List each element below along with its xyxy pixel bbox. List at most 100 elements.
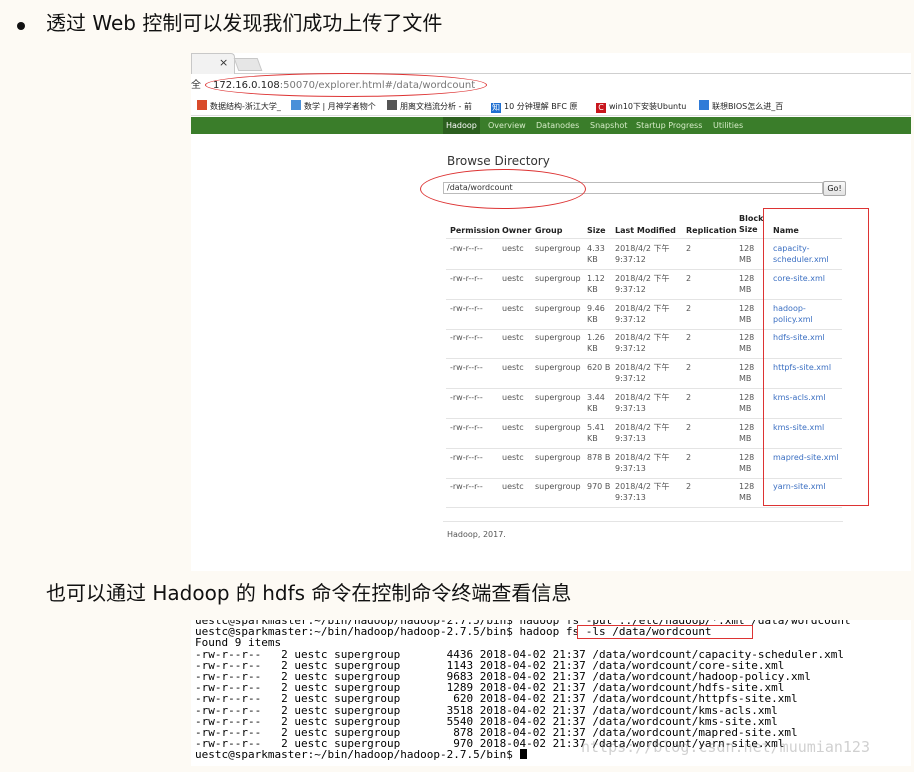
- column-header-owner[interactable]: Owner: [502, 225, 531, 236]
- footer-divider: [443, 521, 843, 522]
- bookmark-item[interactable]: 知 10 分钟理解 BFC 原: [491, 100, 577, 113]
- column-header-permission[interactable]: Permission: [450, 225, 500, 236]
- column-header-block-size: Block Size: [739, 214, 764, 234]
- terminal-line-text: -rw-r--r-- 2 uestc supergroup 1289 2018-…: [195, 681, 785, 695]
- bookmark-favicon-icon: [291, 100, 301, 110]
- table-cell-block-size: 128 MB: [739, 422, 755, 443]
- bookmark-label: 朋离文档流分析 - 前: [400, 102, 472, 111]
- table-cell-owner: uestc: [502, 482, 524, 492]
- bookmark-item[interactable]: 朋离文档流分析 - 前: [387, 100, 472, 113]
- address-host: 172.16.0.108: [213, 80, 280, 91]
- page-title: Browse Directory: [447, 154, 550, 168]
- table-cell-owner: uestc: [502, 303, 524, 313]
- column-header-group[interactable]: Group: [535, 225, 562, 236]
- directory-input[interactable]: /data/wordcount: [443, 182, 823, 194]
- table-cell-owner: uestc: [502, 363, 524, 373]
- close-icon[interactable]: ×: [219, 56, 228, 70]
- column-header-size[interactable]: Size: [587, 225, 606, 236]
- footer-text: Hadoop, 2017.: [447, 530, 506, 539]
- terminal-line: -rw-r--r-- 2 uestc supergroup 878 2018-0…: [195, 727, 798, 738]
- table-cell-replication: 2: [686, 422, 692, 432]
- nav-snapshot[interactable]: Snapshot: [587, 117, 630, 134]
- bullet-text: 透过 Web 控制可以发现我们成功上传了文件: [46, 11, 443, 35]
- table-cell-block-size: 128 MB: [739, 273, 755, 294]
- bookmark-item[interactable]: 数学 | 月神学者物个: [291, 100, 376, 113]
- bookmark-label: 联想BIOS怎么进_百: [712, 102, 784, 111]
- new-tab-button[interactable]: [233, 58, 263, 71]
- table-cell-replication: 2: [686, 303, 692, 313]
- table-cell-block-size: 128 MB: [739, 244, 755, 264]
- table-cell-group: supergroup: [535, 363, 581, 373]
- terminal-line: uestc@sparkmaster:~/bin/hadoop/hadoop-2.…: [195, 749, 527, 760]
- table-cell-last-modified: 2018/4/2 下午 9:37:13: [615, 393, 670, 413]
- table-cell-group: supergroup: [535, 333, 581, 343]
- go-button[interactable]: Go!: [823, 181, 846, 196]
- bookmark-label: 数据结构-浙江大学_: [210, 102, 281, 111]
- terminal-window[interactable]: uestc@sparkmaster:~/bin/hadoop/hadoop-2.…: [191, 620, 911, 766]
- table-cell-block-size: 128 MB: [739, 333, 755, 354]
- table-cell-last-modified: 2018/4/2 下午 9:37:13: [615, 422, 670, 443]
- table-cell-group: supergroup: [535, 303, 581, 313]
- bookmark-favicon-icon: [387, 100, 397, 110]
- bookmark-favicon-icon: [197, 100, 207, 110]
- browser-tab[interactable]: ×: [191, 53, 235, 74]
- table-cell-last-modified: 2018/4/2 下午 9:37:13: [615, 452, 670, 473]
- table-cell-replication: 2: [686, 482, 692, 492]
- bookmark-label: 10 分钟理解 BFC 原: [504, 102, 578, 111]
- column-header-replication[interactable]: Replication: [686, 225, 737, 236]
- nav-datanodes[interactable]: Datanodes: [533, 117, 582, 134]
- address-bar[interactable]: 全 172.16.0.108:50070/explorer.html#/data…: [191, 73, 911, 97]
- bookmark-label: 数学 | 月神学者物个: [304, 102, 376, 111]
- table-cell-replication: 2: [686, 452, 692, 462]
- command-highlight: [577, 625, 753, 639]
- table-cell-group: supergroup: [535, 244, 581, 253]
- bookmarks-bar: 数据结构-浙江大学_ 数学 | 月神学者物个 朋离文档流分析 - 前 知 10 分钟理解…: [191, 98, 911, 116]
- bullet-heading: 透过 Web 控制可以发现我们成功上传了文件: [0, 8, 914, 38]
- table-cell-block-size: 128 MB: [739, 303, 755, 324]
- tab-bar: ×: [191, 53, 911, 74]
- table-cell-owner: uestc: [502, 393, 524, 402]
- table-cell-group: supergroup: [535, 482, 581, 492]
- terminal-line: -rw-r--r-- 2 uestc supergroup 9683 2018-…: [195, 671, 811, 682]
- table-cell-last-modified: 2018/4/2 下午 9:37:13: [615, 482, 670, 503]
- table-cell-permission: -rw-r--r--: [450, 303, 483, 313]
- nav-startup-progress[interactable]: Startup Progress: [633, 117, 705, 134]
- table-cell-size: 970 B: [587, 482, 611, 492]
- table-cell-owner: uestc: [502, 333, 524, 343]
- terminal-line: Found 9 items: [195, 637, 281, 648]
- terminal-line-text: -rw-r--r-- 2 uestc supergroup 9683 2018-…: [195, 670, 811, 683]
- table-cell-owner: uestc: [502, 273, 524, 283]
- nav-hadoop[interactable]: Hadoop: [443, 117, 480, 134]
- table-cell-last-modified: 2018/4/2 下午 9:37:12: [615, 333, 670, 354]
- table-cell-replication: 2: [686, 333, 692, 343]
- bookmark-favicon-icon: 知: [491, 103, 501, 113]
- table-cell-replication: 2: [686, 363, 692, 373]
- terminal-line: -rw-r--r-- 2 uestc supergroup 4436 2018-…: [195, 648, 844, 660]
- table-cell-block-size: 128 MB: [739, 393, 755, 413]
- table-cell-permission: -rw-r--r--: [450, 482, 483, 492]
- table-row-divider: [446, 507, 842, 509]
- table-cell-last-modified: 2018/4/2 下午 9:37:12: [615, 244, 670, 264]
- table-cell-size: 1.26 KB: [587, 333, 605, 354]
- table-cell-block-size: 128 MB: [739, 363, 755, 384]
- table-cell-group: supergroup: [535, 393, 581, 402]
- address-url[interactable]: 172.16.0.108:50070/explorer.html#/data/w…: [213, 79, 475, 93]
- terminal-line: -rw-r--r-- 2 uestc supergroup 620 2018-0…: [195, 693, 798, 704]
- table-cell-size: 620 B: [587, 363, 611, 373]
- column-header-last-modified[interactable]: Last Modified: [615, 225, 676, 236]
- nav-utilities[interactable]: Utilities: [710, 117, 746, 134]
- bookmark-item[interactable]: Cwin10下安装Ubuntu: [596, 100, 686, 113]
- table-cell-permission: -rw-r--r--: [450, 422, 483, 432]
- table-cell-permission: -rw-r--r--: [450, 273, 483, 283]
- bookmark-item[interactable]: 数据结构-浙江大学_: [197, 100, 281, 113]
- nav-overview[interactable]: Overview: [485, 117, 529, 134]
- bookmark-favicon-icon: [699, 100, 709, 110]
- bullet-dot-icon: [17, 22, 25, 30]
- table-cell-block-size: 128 MB: [739, 482, 755, 503]
- table-cell-size: 1.12 KB: [587, 273, 605, 294]
- table-cell-permission: -rw-r--r--: [450, 393, 483, 402]
- table-cell-replication: 2: [686, 273, 692, 283]
- bookmark-item[interactable]: 联想BIOS怎么进_百: [699, 100, 783, 113]
- terminal-line: -rw-r--r-- 2 uestc supergroup 5540 2018-…: [195, 716, 778, 727]
- terminal-line-text: -rw-r--r-- 2 uestc supergroup 1143 2018-…: [195, 658, 785, 672]
